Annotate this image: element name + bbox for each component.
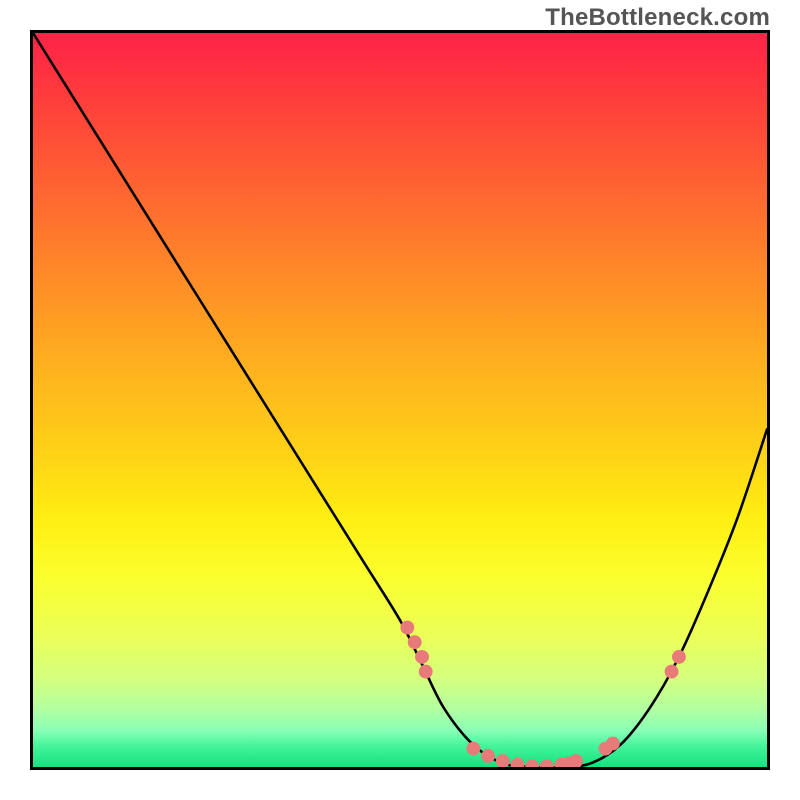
marker-point xyxy=(525,759,539,767)
marker-point xyxy=(415,650,429,664)
marker-point xyxy=(481,749,495,763)
chart-container: TheBottleneck.com xyxy=(0,0,800,800)
marker-point xyxy=(606,737,620,751)
marker-point xyxy=(400,621,414,635)
marker-point xyxy=(510,758,524,767)
marker-point xyxy=(665,665,679,679)
bottleneck-curve-path xyxy=(33,33,767,767)
marker-point xyxy=(569,754,583,767)
watermark-text: TheBottleneck.com xyxy=(545,4,770,32)
highlight-markers xyxy=(400,621,685,767)
marker-point xyxy=(672,650,686,664)
marker-point xyxy=(496,754,510,767)
marker-point xyxy=(540,759,554,767)
marker-point xyxy=(408,635,422,649)
marker-point xyxy=(419,665,433,679)
marker-point xyxy=(466,742,480,756)
plot-area xyxy=(30,30,770,770)
curve-svg xyxy=(33,33,767,767)
